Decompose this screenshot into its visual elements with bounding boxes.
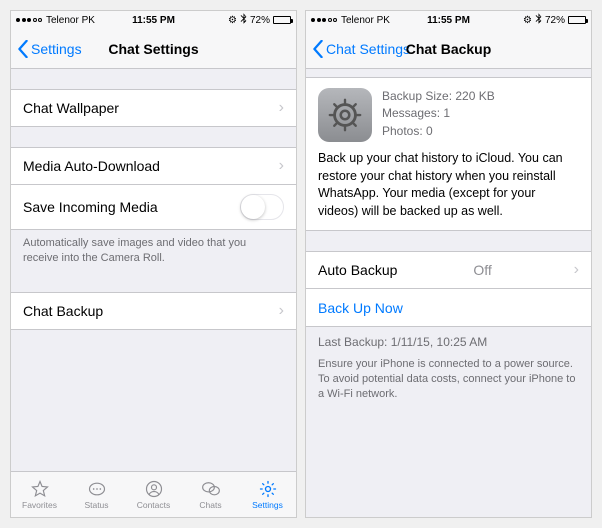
- save-incoming-toggle[interactable]: [240, 194, 284, 220]
- row-label: Media Auto-Download: [23, 158, 160, 174]
- tab-chats[interactable]: Chats: [182, 472, 239, 517]
- back-label: Settings: [31, 41, 82, 57]
- bluetooth-icon: [535, 13, 542, 27]
- page-title: Chat Backup: [406, 41, 492, 57]
- gear-icon: [257, 479, 279, 499]
- status-time: 11:55 PM: [427, 15, 470, 26]
- battery-pct: 72%: [545, 15, 565, 26]
- star-icon: [29, 479, 51, 499]
- settings-app-icon: [318, 88, 372, 142]
- chevron-right-icon: ›: [279, 157, 284, 175]
- back-button[interactable]: Settings: [17, 40, 82, 58]
- last-backup-text: Last Backup: 1/11/15, 10:25 AM: [306, 327, 591, 351]
- row-media-auto-download[interactable]: Media Auto-Download ›: [11, 147, 296, 185]
- tab-label: Chats: [199, 500, 221, 510]
- row-auto-backup[interactable]: Auto Backup Off ›: [306, 251, 591, 289]
- carrier-text: Telenor PK: [341, 15, 390, 26]
- content: Backup Size: 220 KB Messages: 1 Photos: …: [306, 69, 591, 517]
- battery-pct: 72%: [250, 15, 270, 26]
- chevron-right-icon: ›: [279, 99, 284, 117]
- tab-label: Status: [84, 500, 108, 510]
- backup-size: Backup Size: 220 KB: [382, 88, 495, 105]
- row-chat-backup[interactable]: Chat Backup ›: [11, 292, 296, 330]
- status-icon: [86, 479, 108, 499]
- bluetooth-icon: [240, 13, 247, 27]
- tab-label: Contacts: [137, 500, 171, 510]
- row-label: Back Up Now: [318, 300, 403, 316]
- row-chat-wallpaper[interactable]: Chat Wallpaper ›: [11, 89, 296, 127]
- backup-description: Back up your chat history to iCloud. You…: [318, 150, 579, 220]
- carrier-text: Telenor PK: [46, 15, 95, 26]
- tab-label: Settings: [252, 500, 283, 510]
- row-label: Chat Wallpaper: [23, 100, 119, 116]
- row-label: Save Incoming Media: [23, 199, 158, 215]
- signal-icon: [16, 18, 42, 22]
- chevron-right-icon: ›: [574, 261, 579, 279]
- chevron-right-icon: ›: [279, 302, 284, 320]
- auto-backup-value: Off: [473, 262, 497, 278]
- gear-status-icon: ⚙: [523, 15, 532, 26]
- screen-chat-backup: Telenor PK 11:55 PM ⚙ 72% Chat Settings …: [305, 10, 592, 518]
- row-label: Auto Backup: [318, 262, 397, 278]
- contact-icon: [143, 479, 165, 499]
- page-title: Chat Settings: [108, 41, 198, 57]
- status-bar: Telenor PK 11:55 PM ⚙ 72%: [11, 11, 296, 29]
- row-label: Chat Backup: [23, 303, 103, 319]
- chevron-left-icon: [17, 40, 29, 58]
- tab-label: Favorites: [22, 500, 57, 510]
- nav-bar: Chat Settings Chat Backup: [306, 29, 591, 69]
- status-bar: Telenor PK 11:55 PM ⚙ 72%: [306, 11, 591, 29]
- status-time: 11:55 PM: [132, 15, 175, 26]
- backup-photos: Photos: 0: [382, 123, 495, 140]
- screen-chat-settings: Telenor PK 11:55 PM ⚙ 72% Settings Chat …: [10, 10, 297, 518]
- chevron-left-icon: [312, 40, 324, 58]
- backup-messages: Messages: 1: [382, 105, 495, 122]
- tab-favorites[interactable]: Favorites: [11, 472, 68, 517]
- signal-icon: [311, 18, 337, 22]
- gear-status-icon: ⚙: [228, 15, 237, 26]
- battery-icon: [273, 16, 291, 24]
- tab-settings[interactable]: Settings: [239, 472, 296, 517]
- backup-summary: Backup Size: 220 KB Messages: 1 Photos: …: [306, 77, 591, 231]
- chats-icon: [200, 479, 222, 499]
- row-save-incoming-media: Save Incoming Media: [11, 185, 296, 230]
- tab-status[interactable]: Status: [68, 472, 125, 517]
- nav-bar: Settings Chat Settings: [11, 29, 296, 69]
- tab-bar: Favorites Status Contacts Chats Settings: [11, 471, 296, 517]
- save-incoming-footer: Automatically save images and video that…: [11, 230, 296, 272]
- row-back-up-now[interactable]: Back Up Now: [306, 289, 591, 327]
- tab-contacts[interactable]: Contacts: [125, 472, 182, 517]
- content: Chat Wallpaper › Media Auto-Download › S…: [11, 69, 296, 471]
- backup-footer: Ensure your iPhone is connected to a pow…: [306, 351, 591, 408]
- battery-icon: [568, 16, 586, 24]
- back-button[interactable]: Chat Settings: [312, 40, 410, 58]
- back-label: Chat Settings: [326, 41, 410, 57]
